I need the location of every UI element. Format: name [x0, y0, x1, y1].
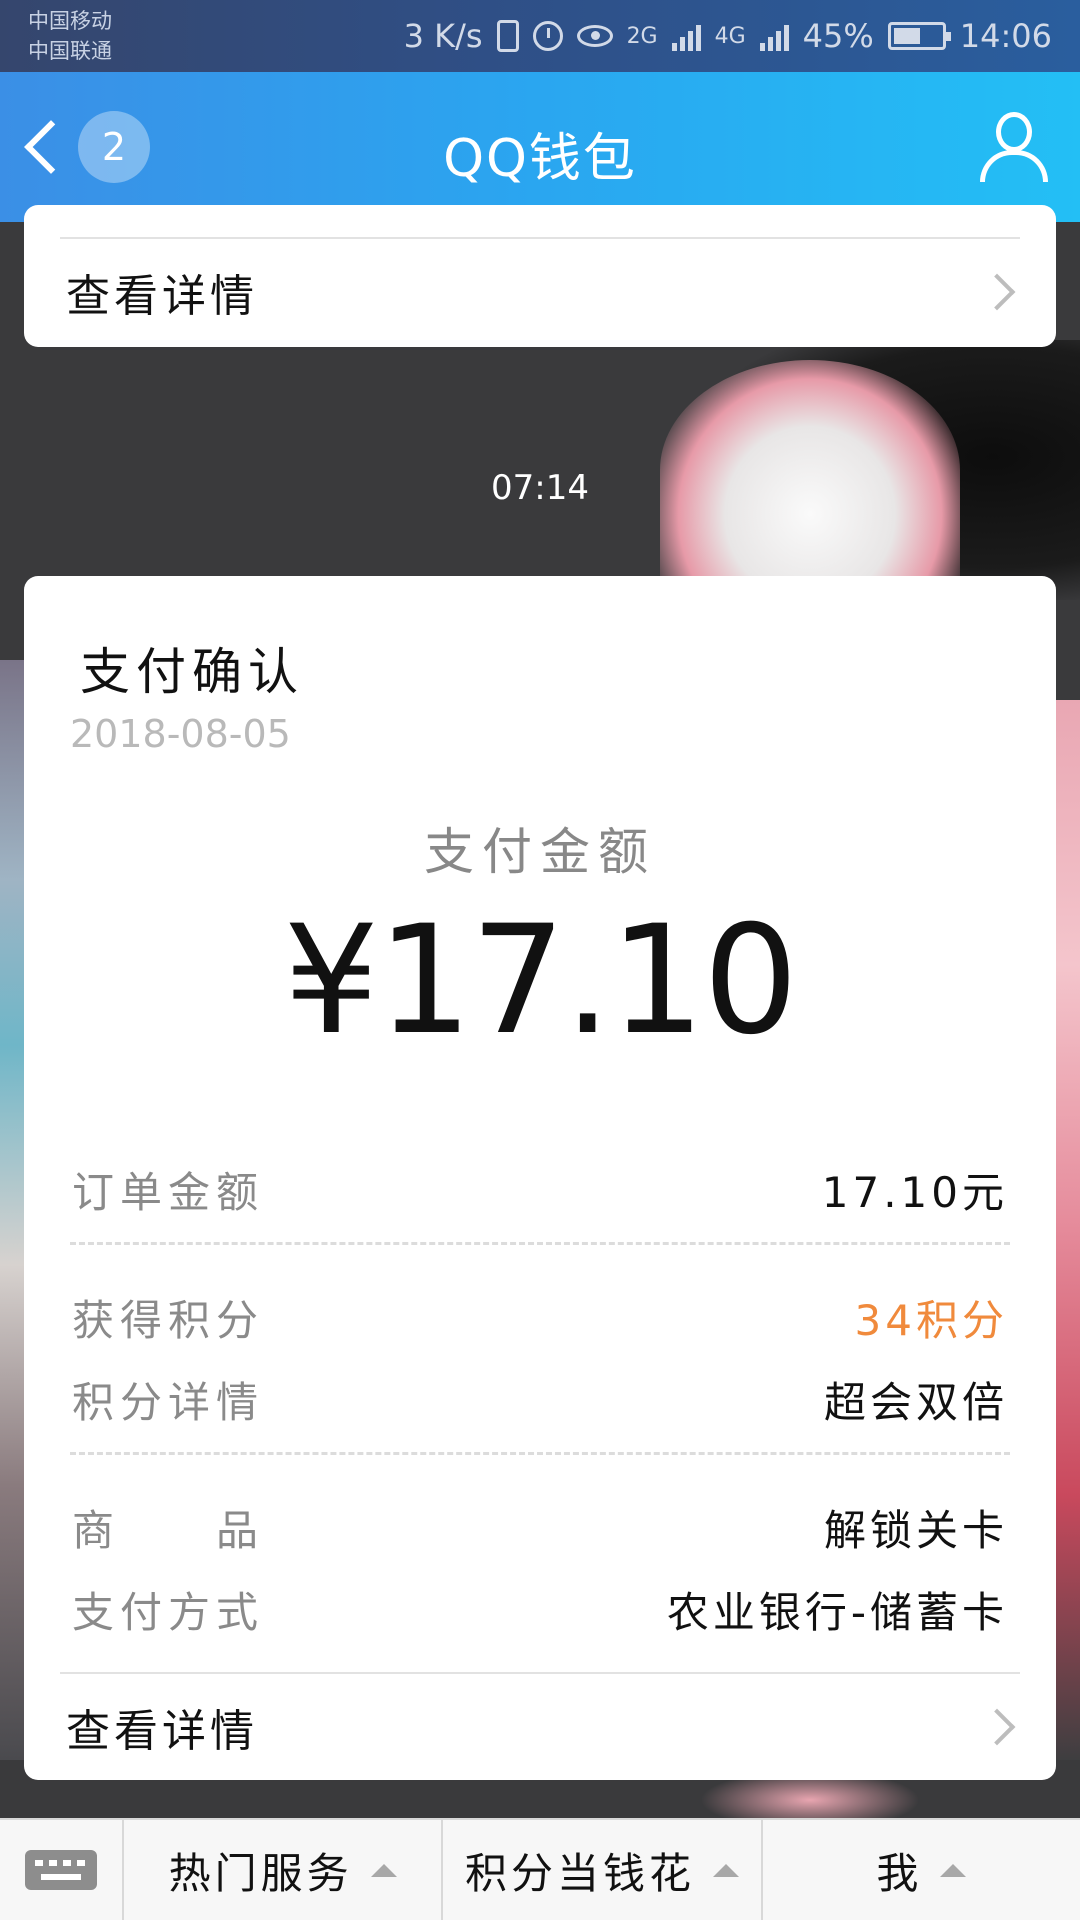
tab-label: 我	[876, 1848, 923, 1898]
dashed-divider	[70, 1242, 1010, 1245]
info-row-order-amount: 订单金额 17.10元	[72, 1154, 1008, 1224]
info-row-points-earned: 获得积分 34积分	[72, 1282, 1008, 1352]
info-key: 积分详情	[72, 1377, 265, 1427]
message-timestamp: 07:14	[491, 468, 589, 508]
network-4g-label: 4G	[714, 23, 746, 49]
amount-label: 支付金额	[424, 823, 656, 881]
card-title: 支付确认	[80, 643, 304, 701]
chevron-right-icon	[978, 1708, 1016, 1746]
tab-hot-services[interactable]: 热门服务	[124, 1820, 444, 1920]
user-icon	[996, 112, 1032, 152]
tab-me[interactable]: 我	[763, 1820, 1080, 1920]
info-key: 获得积分	[72, 1295, 265, 1345]
info-value: 17.10元	[821, 1167, 1008, 1217]
carrier-2: 中国联通	[28, 39, 112, 63]
signal-2g-icon	[671, 21, 701, 51]
info-row-payment-method: 支付方式 农业银行-储蓄卡	[72, 1574, 1008, 1644]
divider	[60, 1672, 1020, 1674]
status-bar: 中国移动 中国联通 3 K/s 2G 4G 45% 14:06	[0, 0, 1080, 72]
eye-icon	[576, 25, 613, 47]
previous-message-card: 查看详情	[24, 205, 1056, 347]
carrier-info: 中国移动 中国联通	[28, 6, 112, 66]
tab-points-as-cash[interactable]: 积分当钱花	[443, 1820, 763, 1920]
info-value: 超会双倍	[823, 1377, 1008, 1427]
view-details-row[interactable]: 查看详情	[24, 1682, 1056, 1772]
vibrate-icon	[496, 20, 519, 52]
keyboard-toggle-button[interactable]	[0, 1820, 124, 1920]
card-date: 2018-08-05	[70, 712, 291, 756]
tab-label: 热门服务	[168, 1848, 353, 1898]
keyboard-icon	[25, 1850, 97, 1890]
dashed-divider	[70, 1452, 1010, 1455]
user-icon-body	[980, 150, 1048, 182]
bottom-navigation: 热门服务 积分当钱花 我	[0, 1818, 1080, 1920]
caret-up-icon	[713, 1863, 739, 1877]
signal-4g-icon	[759, 21, 789, 51]
info-key: 订单金额	[72, 1167, 265, 1217]
info-row-product: 商 品 解锁关卡	[72, 1492, 1008, 1562]
caret-up-icon	[940, 1863, 967, 1877]
view-details-label: 查看详情	[66, 1706, 258, 1757]
payment-confirmation-card: 支付确认 2018-08-05 支付金额 ¥17.10 订单金额 17.10元 …	[24, 576, 1056, 1780]
view-details-label: 查看详情	[66, 271, 258, 322]
divider	[60, 237, 1020, 239]
battery-percent: 45%	[802, 17, 874, 55]
info-value: 解锁关卡	[823, 1505, 1008, 1555]
info-value: 农业银行-储蓄卡	[666, 1587, 1008, 1637]
carrier-1: 中国移动	[28, 9, 112, 33]
profile-button[interactable]	[978, 110, 1050, 182]
alarm-icon	[532, 21, 563, 51]
title-bar: 2 QQ钱包	[0, 72, 1080, 222]
info-key: 商 品	[72, 1505, 265, 1555]
tab-label: 积分当钱花	[464, 1848, 695, 1898]
network-2g-label: 2G	[626, 23, 658, 49]
net-speed: 3 K/s	[403, 17, 483, 55]
info-value-points: 34积分	[854, 1295, 1008, 1345]
info-row-points-details: 积分详情 超会双倍	[72, 1364, 1008, 1434]
info-key: 支付方式	[72, 1587, 265, 1637]
amount-value: ¥17.10	[283, 894, 799, 1068]
status-icons: 3 K/s 2G 4G 45% 14:06	[404, 17, 1052, 55]
page-title: QQ钱包	[443, 129, 637, 189]
view-details-row[interactable]: 查看详情	[24, 247, 1056, 337]
battery-icon	[887, 22, 951, 50]
chevron-right-icon	[978, 273, 1016, 311]
status-time: 14:06	[959, 17, 1052, 55]
caret-up-icon	[370, 1863, 397, 1877]
